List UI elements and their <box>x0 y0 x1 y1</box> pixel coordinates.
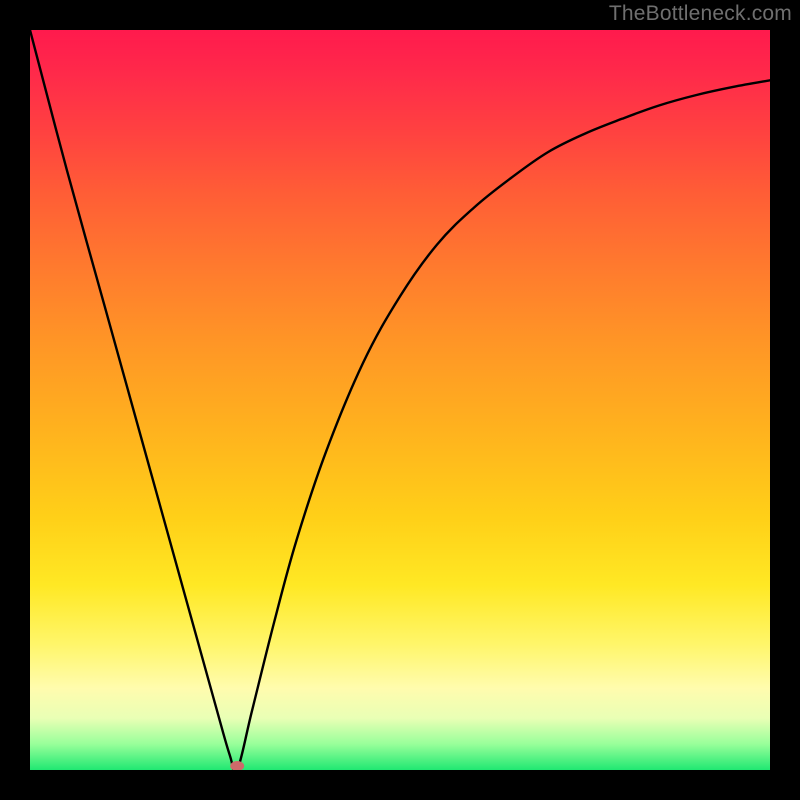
curve-layer <box>30 30 770 770</box>
attribution-text: TheBottleneck.com <box>609 2 792 26</box>
plot-area <box>30 30 770 770</box>
chart-frame: TheBottleneck.com <box>0 0 800 800</box>
bottleneck-curve <box>30 30 770 770</box>
